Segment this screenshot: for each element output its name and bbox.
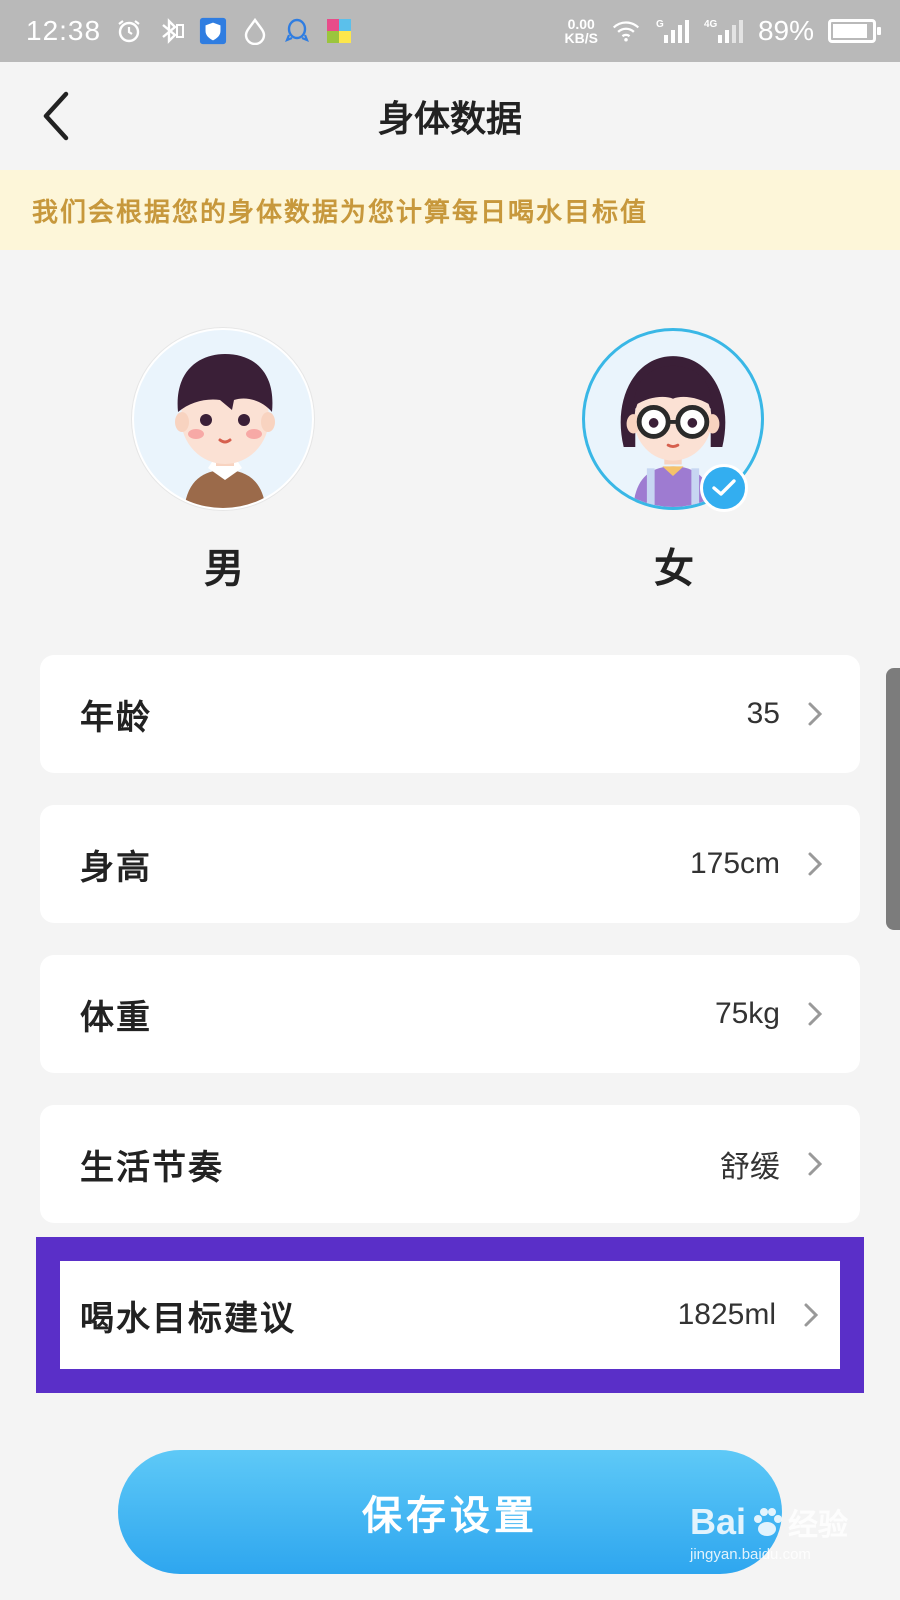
notice-banner: 我们会根据您的身体数据为您计算每日喝水目标值: [0, 170, 900, 250]
age-label: 年龄: [80, 697, 152, 738]
height-value-group: 175cm: [690, 847, 824, 881]
bluetooth-icon: [157, 17, 185, 45]
chevron-right-icon: [808, 1002, 823, 1026]
gender-label-female: 女: [654, 545, 694, 592]
paw-icon: [754, 1508, 783, 1536]
scroll-indicator[interactable]: [886, 668, 900, 930]
battery-percent: 89%: [757, 15, 814, 46]
male-avatar: [132, 328, 314, 510]
status-bar-right: 0.00 KB/S G 4G 89%: [565, 15, 881, 47]
back-button[interactable]: [36, 88, 80, 144]
save-settings-label: 保存设置: [362, 1492, 538, 1539]
net-speed: 0.00 KB/S: [565, 17, 598, 45]
baidu-watermark: Bai 经验 jingyan.baidu.com: [690, 1500, 890, 1590]
gender-option-male[interactable]: 男: [132, 328, 316, 594]
weight-row[interactable]: 体重 75kg: [40, 955, 860, 1073]
water-goal-value-group: 1825ml: [678, 1298, 820, 1332]
colorful-app-icon: [325, 17, 353, 45]
lifestyle-value: 舒缓: [720, 1150, 780, 1185]
qq-icon: [283, 17, 311, 45]
signal1-label: G: [656, 19, 664, 30]
gender-option-female[interactable]: 女: [582, 328, 766, 594]
notice-text: 我们会根据您的身体数据为您计算每日喝水目标值: [32, 197, 649, 228]
battery-fill: [833, 24, 867, 38]
water-goal-label: 喝水目标建议: [80, 1298, 296, 1339]
height-label: 身高: [80, 847, 152, 888]
chevron-right-icon: [804, 1303, 819, 1327]
battery-icon: [828, 19, 881, 43]
lifestyle-value-group: 舒缓: [720, 1142, 824, 1186]
alarm-icon: [115, 17, 143, 45]
signal2-label: 4G: [704, 19, 718, 30]
net-speed-value: 0.00: [567, 16, 595, 32]
page-title: 身体数据: [377, 98, 522, 140]
save-settings-button[interactable]: 保存设置: [118, 1450, 782, 1574]
water-goal-row[interactable]: 喝水目标建议 1825ml: [60, 1261, 840, 1369]
status-time: 12:38: [26, 15, 102, 46]
gender-label-male: 男: [204, 545, 244, 592]
water-drop-icon: [241, 17, 269, 45]
height-row[interactable]: 身高 175cm: [40, 805, 860, 923]
net-speed-unit: KB/S: [564, 30, 598, 46]
signal-icon-2: 4G: [704, 17, 744, 45]
shield-app-icon: [199, 17, 227, 45]
weight-value: 75kg: [714, 997, 780, 1030]
age-row[interactable]: 年龄 35: [40, 655, 860, 773]
status-bar: 12:38 0.00 KB/S G 4G 89%: [0, 0, 900, 62]
weight-label: 体重: [80, 997, 152, 1038]
weight-value-group: 75kg: [715, 997, 824, 1031]
height-value: 175cm: [689, 847, 780, 880]
selected-check-icon: [700, 464, 748, 512]
chevron-right-icon: [808, 702, 823, 726]
signal-icon-1: G: [654, 17, 690, 45]
baidu-logo: Bai 经验: [690, 1500, 890, 1544]
chevron-right-icon: [808, 1152, 823, 1176]
status-bar-left: 12:38: [26, 15, 353, 47]
age-value-group: 35: [747, 697, 824, 731]
lifestyle-label: 生活节奏: [80, 1147, 224, 1188]
wifi-icon: [612, 17, 640, 45]
page-header: 身体数据: [0, 62, 900, 170]
baidu-url: jingyan.baidu.com: [690, 1546, 811, 1563]
baidu-logo-text-left: Bai: [690, 1501, 747, 1542]
chevron-left-icon: [43, 91, 69, 141]
chevron-right-icon: [808, 852, 823, 876]
lifestyle-row[interactable]: 生活节奏 舒缓: [40, 1105, 860, 1223]
baidu-logo-text-right: 经验: [788, 1508, 849, 1543]
water-goal-value: 1825ml: [677, 1298, 776, 1331]
age-value: 35: [746, 697, 780, 730]
